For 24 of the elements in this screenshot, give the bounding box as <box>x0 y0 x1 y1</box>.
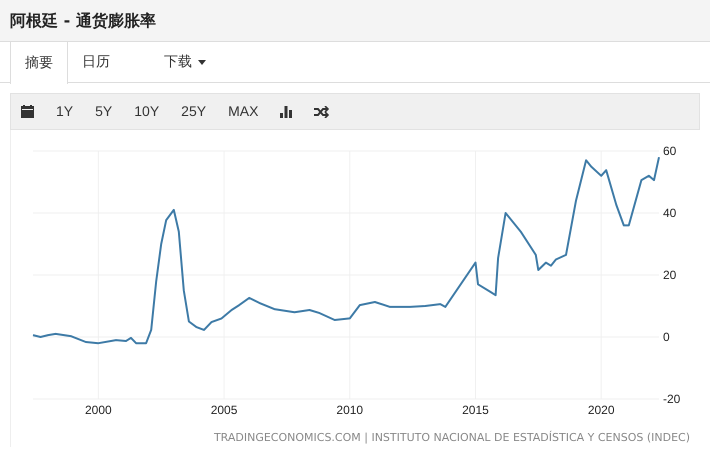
range-button[interactable]: 1Y <box>56 101 74 122</box>
caret-icon <box>198 60 206 65</box>
y-axis-label: -20 <box>663 392 680 406</box>
range-button[interactable]: MAX <box>228 101 258 122</box>
x-axis-label: 2020 <box>588 403 615 417</box>
y-axis-label: 20 <box>663 268 676 282</box>
x-axis-label: 2005 <box>210 403 238 417</box>
range-button[interactable]: 10Y <box>134 101 160 122</box>
y-axis-label: 60 <box>663 144 676 158</box>
y-axis-label: 0 <box>663 330 670 344</box>
shuffle-icon[interactable] <box>314 106 330 118</box>
x-axis-label: 2010 <box>336 403 364 417</box>
download-dropdown[interactable]: 下载 <box>152 42 218 83</box>
bar-chart-icon[interactable] <box>280 106 292 118</box>
y-axis-label: 40 <box>663 206 676 220</box>
range-button[interactable]: 25Y <box>181 101 206 122</box>
calendar-icon[interactable] <box>21 105 34 118</box>
page-title: 阿根廷 - 通货膨胀率 <box>10 10 156 32</box>
source-note: TRADINGECONOMICS.COM | INSTITUTO NACIONAL DE ESTADÍSTICA Y CENSOS (INDEC) <box>214 430 690 446</box>
range-button[interactable]: 5Y <box>95 101 112 122</box>
x-axis-label: 2015 <box>462 403 489 417</box>
tab[interactable]: 摘要 <box>10 42 68 84</box>
tab[interactable]: 日历 <box>68 42 124 83</box>
x-axis-label: 2000 <box>85 403 112 417</box>
